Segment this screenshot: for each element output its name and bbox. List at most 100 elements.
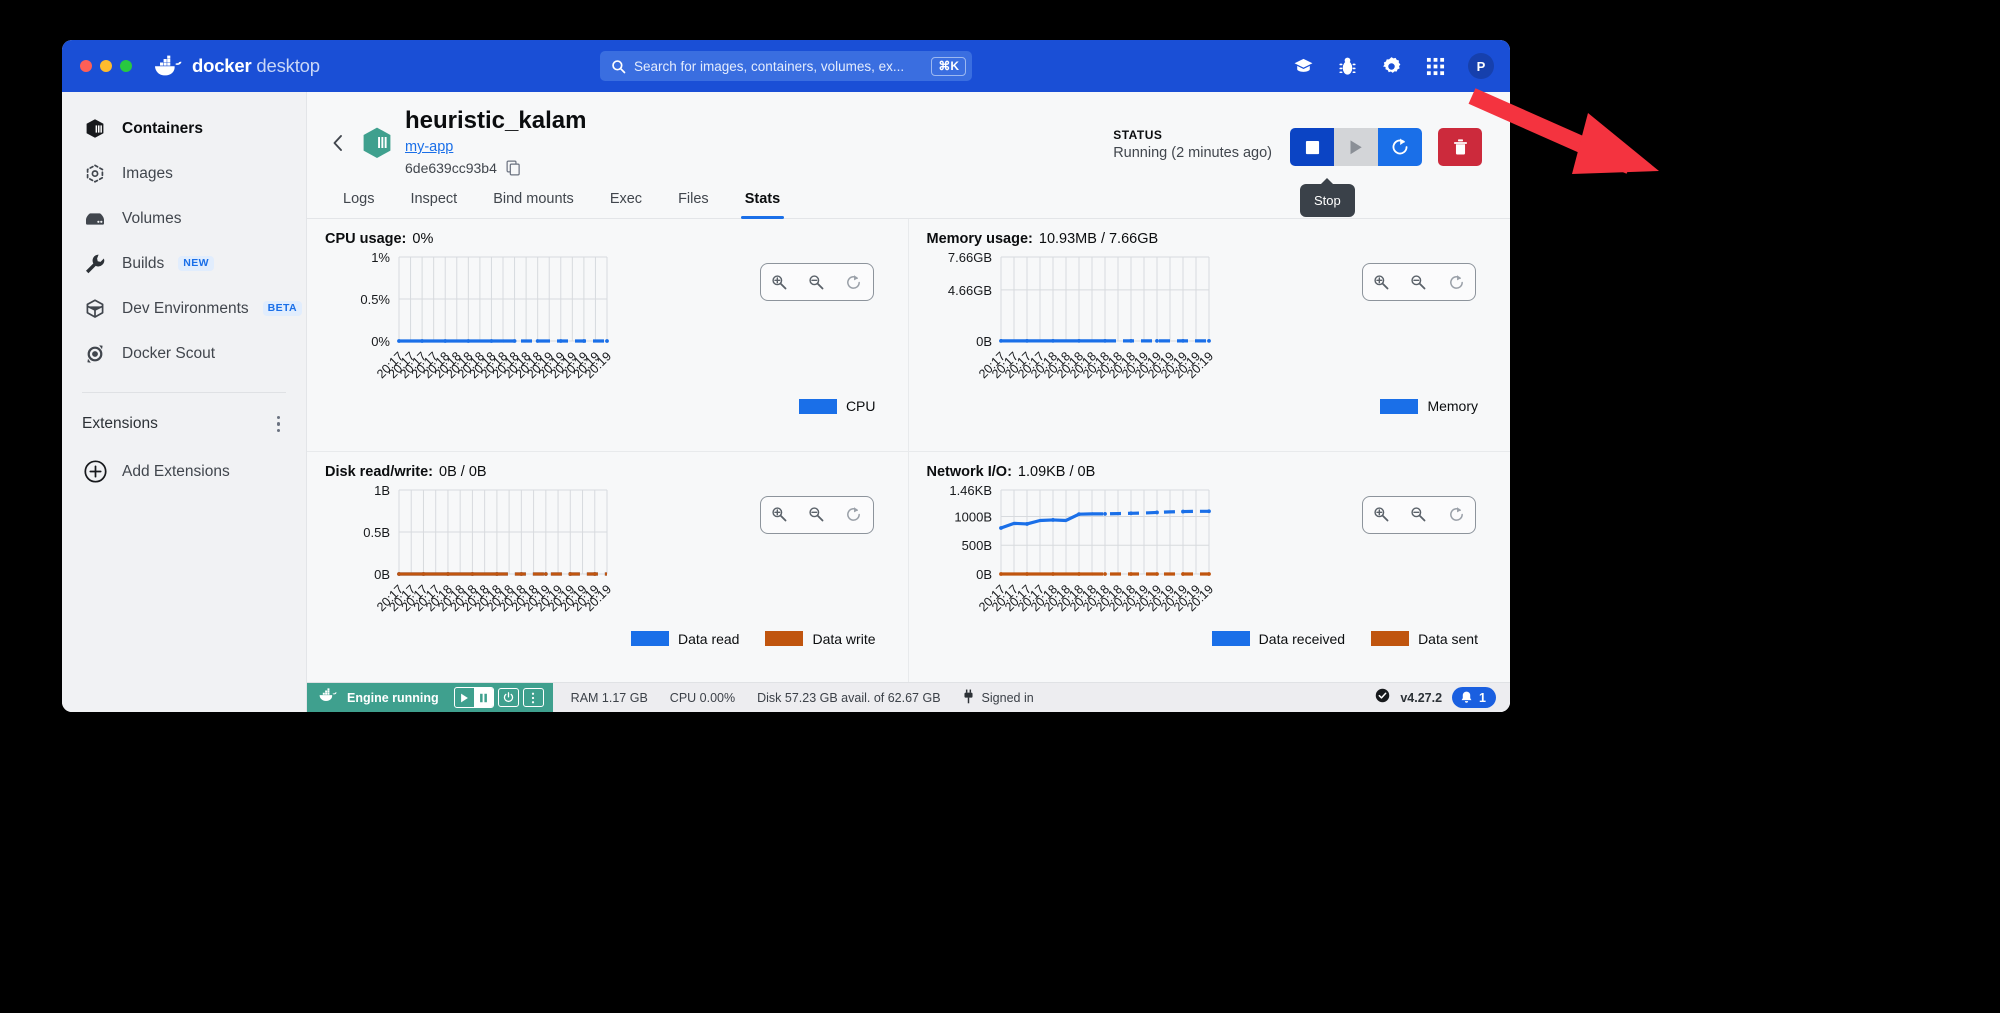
container-action-buttons bbox=[1290, 128, 1422, 166]
notification-count: 1 bbox=[1479, 690, 1486, 705]
settings-gear-icon[interactable] bbox=[1380, 55, 1402, 77]
bell-icon bbox=[1461, 691, 1472, 703]
restart-button[interactable] bbox=[1378, 128, 1422, 166]
reset-zoom-icon[interactable] bbox=[841, 502, 867, 528]
sidebar-label-builds: Builds bbox=[122, 254, 165, 272]
signed-in-label: Signed in bbox=[981, 690, 1034, 705]
engine-controls bbox=[453, 687, 544, 708]
tab-inspect[interactable]: Inspect bbox=[392, 182, 475, 218]
engine-status-block: Engine running bbox=[307, 682, 553, 712]
container-title-block: heuristic_kalam my-app 6de639cc93b4 bbox=[405, 106, 1113, 176]
learning-center-icon[interactable] bbox=[1292, 55, 1314, 77]
network-chart-title: Network I/O: 1.09KB / 0B bbox=[927, 464, 1493, 480]
sidebar-item-builds[interactable]: Builds NEW bbox=[62, 241, 306, 286]
cpu-usage-chart: CPU usage: 0% 0% 0.5% 1% 20:17 20:17 20:17 20:1… bbox=[307, 219, 909, 451]
sidebar-item-dev-environments[interactable]: Dev Environments BETA bbox=[62, 286, 306, 331]
sidebar-item-containers[interactable]: Containers bbox=[62, 106, 306, 151]
container-app-link[interactable]: my-app bbox=[405, 139, 453, 155]
back-button[interactable] bbox=[325, 130, 351, 156]
copy-icon[interactable] bbox=[506, 160, 521, 176]
search-icon bbox=[611, 59, 626, 74]
y-axis-tick-label: 0B bbox=[976, 567, 992, 582]
container-name: heuristic_kalam bbox=[405, 107, 587, 134]
engine-run-pause-group bbox=[453, 687, 494, 708]
disk-chart-value: 0B / 0B bbox=[439, 463, 487, 480]
stop-square-icon bbox=[1305, 140, 1319, 154]
cpu-stat: CPU 0.00% bbox=[669, 690, 736, 705]
sidebar-label-volumes: Volumes bbox=[122, 209, 182, 227]
zoom-in-icon[interactable] bbox=[766, 269, 792, 295]
search-input[interactable] bbox=[634, 58, 924, 74]
y-axis-tick-label: 4.66GB bbox=[947, 283, 991, 298]
reset-zoom-icon[interactable] bbox=[1443, 269, 1469, 295]
sidebar-label-containers: Containers bbox=[122, 119, 203, 137]
zoom-in-icon[interactable] bbox=[1369, 502, 1395, 528]
signed-in-block[interactable]: Signed in bbox=[963, 689, 1034, 707]
memory-chart-label: Memory usage: bbox=[926, 231, 1033, 247]
tab-logs[interactable]: Logs bbox=[325, 182, 392, 218]
reset-zoom-icon[interactable] bbox=[841, 269, 867, 295]
engine-menu-icon[interactable] bbox=[522, 688, 544, 707]
tab-stats[interactable]: Stats bbox=[727, 182, 798, 219]
stop-tooltip: Stop bbox=[1300, 184, 1355, 217]
search-shortcut-badge: ⌘K bbox=[931, 56, 966, 76]
restart-circular-arrow-icon bbox=[1392, 138, 1408, 155]
notifications-button[interactable]: 1 bbox=[1452, 687, 1496, 708]
sidebar: Containers Images Volumes Builds NEW Dev… bbox=[62, 92, 307, 712]
zoom-in-icon[interactable] bbox=[766, 502, 792, 528]
close-window-button[interactable] bbox=[80, 60, 92, 72]
network-chart-label: Network I/O: bbox=[926, 463, 1012, 480]
apps-grid-icon[interactable] bbox=[1424, 55, 1446, 77]
global-search-bar[interactable]: ⌘K bbox=[600, 51, 972, 81]
tab-bind-mounts[interactable]: Bind mounts bbox=[475, 182, 592, 218]
stop-button[interactable] bbox=[1290, 128, 1334, 166]
extensions-menu-icon[interactable] bbox=[273, 412, 285, 437]
status-and-actions: STATUS Running (2 minutes ago) Stop bbox=[1113, 128, 1482, 217]
extensions-label: Extensions bbox=[82, 415, 158, 432]
engine-power-icon[interactable] bbox=[497, 688, 519, 707]
zoom-in-icon[interactable] bbox=[1369, 269, 1395, 295]
y-axis-tick-label: 0.5B bbox=[363, 525, 390, 540]
container-header: heuristic_kalam my-app 6de639cc93b4 STAT… bbox=[307, 92, 1510, 217]
y-axis-tick-label: 0B bbox=[976, 334, 992, 349]
sidebar-label-docker-scout: Docker Scout bbox=[122, 344, 216, 362]
status-value: Running (2 minutes ago) bbox=[1113, 145, 1272, 161]
plug-icon bbox=[963, 689, 974, 707]
sidebar-item-volumes[interactable]: Volumes bbox=[62, 196, 306, 241]
bug-report-icon[interactable] bbox=[1336, 55, 1358, 77]
maximize-window-button[interactable] bbox=[120, 60, 132, 72]
memory-zoom-controls bbox=[1362, 263, 1476, 301]
zoom-out-icon[interactable] bbox=[1406, 502, 1432, 528]
window-body: Containers Images Volumes Builds NEW Dev… bbox=[62, 92, 1510, 712]
cpu-chart-value: 0% bbox=[412, 231, 434, 247]
delete-button[interactable] bbox=[1438, 128, 1482, 166]
engine-pause-icon[interactable] bbox=[473, 688, 493, 707]
scout-icon bbox=[82, 341, 108, 367]
stats-chart-grid: CPU usage: 0% 0% 0.5% 1% 20:17 20:17 20:17 20:1… bbox=[307, 219, 1510, 682]
sidebar-item-images[interactable]: Images bbox=[62, 151, 306, 196]
docker-desktop-window: docker desktop ⌘K bbox=[62, 40, 1510, 712]
engine-whale-icon bbox=[319, 688, 338, 707]
cpu-zoom-controls bbox=[759, 263, 874, 301]
y-axis-tick-label: 0.5% bbox=[360, 292, 390, 307]
reset-zoom-icon[interactable] bbox=[1443, 502, 1469, 528]
images-icon bbox=[82, 161, 108, 187]
cpu-chart-svg: 0%0.5%1%20:1720:1720:1720:1720:1820:1820… bbox=[360, 250, 614, 381]
brand-text: docker desktop bbox=[192, 55, 320, 77]
tab-exec[interactable]: Exec bbox=[592, 182, 660, 218]
zoom-out-icon[interactable] bbox=[803, 502, 829, 528]
sidebar-item-docker-scout[interactable]: Docker Scout bbox=[62, 331, 306, 376]
engine-play-icon[interactable] bbox=[455, 688, 474, 707]
zoom-out-icon[interactable] bbox=[1406, 269, 1432, 295]
user-avatar[interactable]: P bbox=[1468, 53, 1494, 79]
memory-chart-plot-wrap: 0B 4.66GB 7.66GB 20:17 20:17 20:17 20:17 20:18 2… bbox=[927, 247, 1493, 404]
cpu-chart-label: CPU usage: bbox=[325, 231, 407, 247]
memory-chart-value: 10.93MB / 7.66GB bbox=[1038, 231, 1159, 247]
sidebar-item-add-extensions[interactable]: Add Extensions bbox=[62, 449, 306, 494]
memory-chart-svg: 0B4.66GB7.66GB20:1720:1720:1720:1720:182… bbox=[947, 250, 1215, 381]
titlebar-icon-group: P bbox=[1292, 40, 1494, 92]
minimize-window-button[interactable] bbox=[100, 60, 112, 72]
tab-files[interactable]: Files bbox=[660, 182, 727, 218]
disk-read-write-chart: Disk read/write: 0B / 0B 0B 0.5B 1B 20:17 20:… bbox=[307, 450, 909, 682]
zoom-out-icon[interactable] bbox=[803, 269, 829, 295]
